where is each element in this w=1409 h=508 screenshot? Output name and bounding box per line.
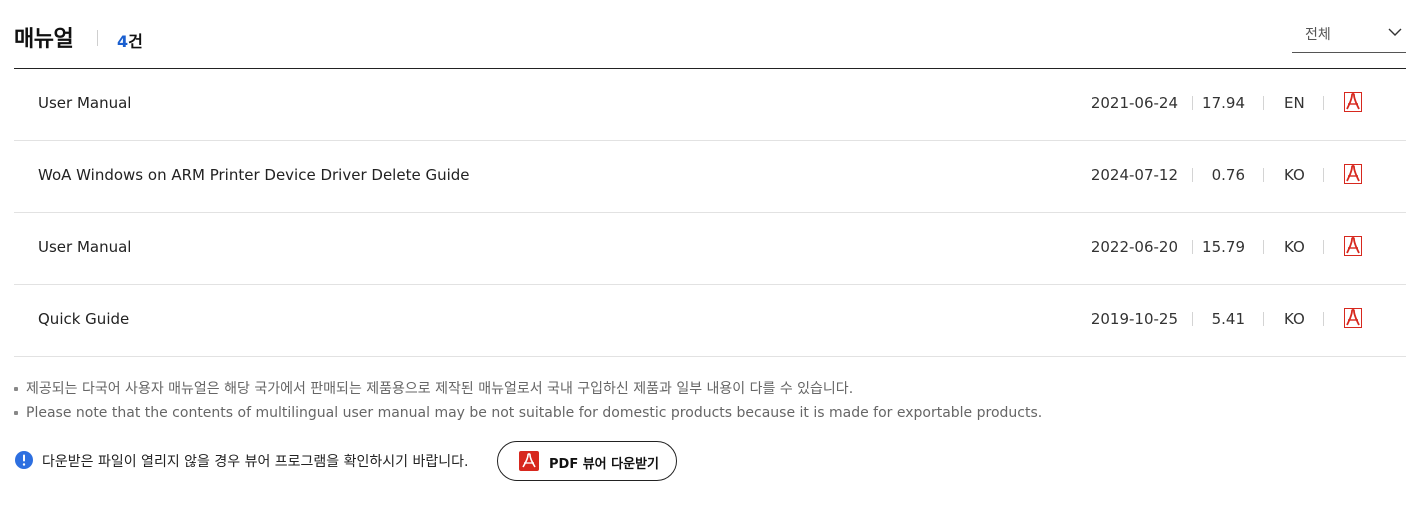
title-divider [97,30,98,46]
pdf-viewer-download-label: PDF 뷰어 다운받기 [549,457,660,472]
column-divider [1192,312,1193,326]
manual-language: KO [1284,238,1305,256]
manual-name: User Manual [38,94,132,112]
manual-name: Quick Guide [38,310,130,328]
pdf-icon[interactable] [1344,308,1362,328]
chevron-down-icon [1388,28,1402,36]
column-divider [1263,240,1264,254]
manual-section: 매뉴얼 4건 전체 User Manual 2021-06-24 17.94 E… [0,0,1409,508]
manual-size: 15.79 [1202,238,1245,256]
manual-date: 2022-06-20 [1090,238,1178,256]
manual-language: KO [1284,166,1305,184]
pdf-icon[interactable] [1344,236,1362,256]
manual-name: User Manual [38,238,132,256]
pdf-viewer-download-button[interactable]: PDF 뷰어 다운받기 [497,441,677,481]
result-count-suffix: 건 [128,32,143,51]
manual-language: KO [1284,310,1305,328]
manual-row: User Manual 2022-06-20 15.79 KO [14,213,1406,285]
viewer-info-text: 다운받은 파일이 열리지 않을 경우 뷰어 프로그램을 확인하시기 바랍니다. [42,454,469,470]
column-divider [1192,168,1193,182]
section-header: 매뉴얼 4건 전체 [14,0,1406,69]
filter-selected-value: 전체 [1305,27,1331,43]
info-icon [15,451,33,469]
column-divider [1323,168,1324,182]
manual-row: User Manual 2021-06-24 17.94 EN [14,69,1406,141]
manual-language: EN [1284,94,1305,112]
notice-korean: 제공되는 다국어 사용자 매뉴얼은 해당 국가에서 판매되는 제품용으로 제작된… [14,377,1114,401]
section-title: 매뉴얼 [14,27,74,52]
notice-english: Please note that the contents of multili… [14,401,1114,425]
column-divider [1323,240,1324,254]
column-divider [1323,312,1324,326]
manual-date: 2019-10-25 [1090,310,1178,328]
manual-date: 2021-06-24 [1090,94,1178,112]
column-divider [1263,96,1264,110]
column-divider [1263,168,1264,182]
pdf-icon[interactable] [1344,92,1362,112]
column-divider [1323,96,1324,110]
language-filter-select[interactable]: 전체 [1292,14,1406,53]
manual-row: WoA Windows on ARM Printer Device Driver… [14,141,1406,213]
result-count-number: 4 [117,32,129,51]
manual-row: Quick Guide 2019-10-25 5.41 KO [14,285,1406,357]
manual-list: User Manual 2021-06-24 17.94 EN WoA Wind… [14,69,1406,357]
manual-name: WoA Windows on ARM Printer Device Driver… [38,166,470,184]
column-divider [1192,96,1193,110]
result-count: 4건 [117,28,143,52]
pdf-icon[interactable] [1344,164,1362,184]
manual-size: 5.41 [1211,310,1245,328]
acrobat-icon [519,451,539,471]
manual-size: 0.76 [1211,166,1245,184]
column-divider [1263,312,1264,326]
column-divider [1192,240,1193,254]
manual-size: 17.94 [1202,94,1245,112]
manual-date: 2024-07-12 [1090,166,1178,184]
notice-list: 제공되는 다국어 사용자 매뉴얼은 해당 국가에서 판매되는 제품용으로 제작된… [14,377,1114,425]
